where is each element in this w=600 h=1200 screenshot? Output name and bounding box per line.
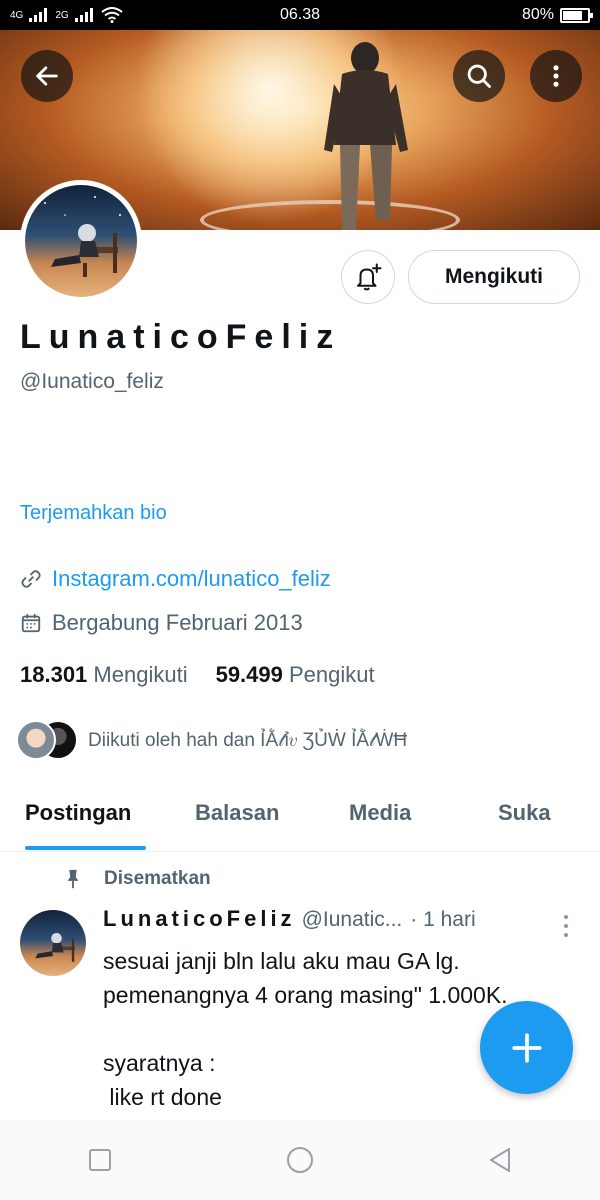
compose-tweet-button[interactable]: [480, 1001, 573, 1094]
followers-count: 59.499: [215, 662, 283, 687]
tweet-header: LunaticoFeliz @Iunatic... · 1 hari: [103, 906, 543, 932]
followers-label: Pengikut: [289, 662, 375, 687]
following-button[interactable]: Mengikuti: [408, 250, 580, 304]
follower-avatars: [16, 720, 78, 762]
wifi-icon: [101, 7, 123, 23]
tab-media[interactable]: Media: [349, 800, 411, 826]
battery-icon: [560, 7, 593, 23]
calendar-icon: [21, 613, 41, 633]
pinned-label: Disematkan: [104, 868, 211, 889]
home-icon[interactable]: [285, 1145, 315, 1175]
link-icon: [21, 570, 41, 588]
pin-icon: [67, 869, 79, 889]
follow-stats: 18.301 Mengikuti 59.499 Pengikut: [20, 662, 375, 688]
search-icon: [467, 64, 491, 88]
more-vertical-icon: [553, 65, 559, 87]
following-count: 18.301: [20, 662, 88, 687]
profile-avatar[interactable]: [20, 180, 142, 302]
user-handle: @Iunatico_feliz: [20, 370, 164, 393]
active-tab-indicator: [25, 846, 146, 850]
banner-figure-image: [324, 42, 408, 230]
tweet-more-icon[interactable]: [556, 912, 576, 940]
following-label: Mengikuti: [93, 662, 188, 687]
profile-tabs: Postingan Balasan Media Suka: [0, 790, 600, 852]
back-nav-icon[interactable]: [485, 1145, 515, 1175]
tab-likes[interactable]: Suka: [498, 800, 551, 826]
tweet-line: sesuai janji bln lalu aku mau GA lg.: [103, 948, 460, 974]
signal-indicators: 4G 2G: [10, 7, 210, 23]
plus-icon: [511, 1032, 542, 1063]
tab-posts[interactable]: Postingan: [25, 800, 131, 826]
profile-link-row: Instagram.com/lunatico_feliz: [20, 566, 331, 592]
avatar-image: [25, 185, 137, 297]
battery-percent: 80%: [521, 6, 554, 23]
followed-by-row[interactable]: Diikuti oleh hah dan ỈẰ𝓉ỉ𝑣 ƷỦẆ ỈẰ𝓉ẆĦ: [16, 720, 407, 762]
tweet-timestamp: · 1 hari: [410, 908, 476, 931]
search-button[interactable]: [453, 50, 505, 102]
battery-status: 80%: [521, 6, 593, 24]
recent-apps-icon[interactable]: [85, 1145, 115, 1175]
tab-replies[interactable]: Balasan: [195, 800, 279, 826]
status-bar: 4G 2G 06.38 80%: [0, 0, 600, 30]
network-type-1: 4G: [10, 9, 24, 21]
pinned-label-row: Disematkan: [62, 868, 211, 890]
display-name: LunaticoFeliz: [20, 318, 342, 356]
astronaut-on-bench-image: [44, 196, 121, 277]
followers-stat[interactable]: 59.499 Pengikut: [216, 662, 375, 688]
join-date: Bergabung Februari 2013: [52, 610, 303, 635]
astronaut-on-bench-image: [35, 932, 75, 962]
following-stat[interactable]: 18.301 Mengikuti: [20, 662, 188, 688]
tweet-author-name[interactable]: LunaticoFeliz: [103, 906, 296, 932]
followed-by-text: Diikuti oleh hah dan ỈẰ𝓉ỉ𝑣 ƷỦẆ ỈẰ𝓉ẆĦ: [88, 730, 408, 751]
tweet-author-avatar[interactable]: [20, 910, 86, 976]
join-date-row: Bergabung Februari 2013: [20, 610, 303, 636]
signal-icon: [74, 8, 93, 22]
arrow-left-icon: [36, 66, 58, 86]
signal-icon: [29, 8, 48, 22]
battery-fill: [563, 10, 582, 20]
notification-bell-button[interactable]: [341, 250, 395, 304]
profile-website-link[interactable]: Instagram.com/lunatico_feliz: [52, 566, 331, 592]
bell-plus-icon: [357, 263, 382, 291]
system-navigation-bar: [0, 1120, 600, 1200]
back-button[interactable]: [21, 50, 73, 102]
tweet-author-handle: @Iunatic...: [301, 908, 403, 931]
more-options-button[interactable]: [530, 50, 582, 102]
network-type-2: 2G: [55, 9, 69, 21]
follower-avatar: [16, 720, 56, 760]
translate-bio-link[interactable]: Terjemahkan bio: [20, 502, 167, 525]
